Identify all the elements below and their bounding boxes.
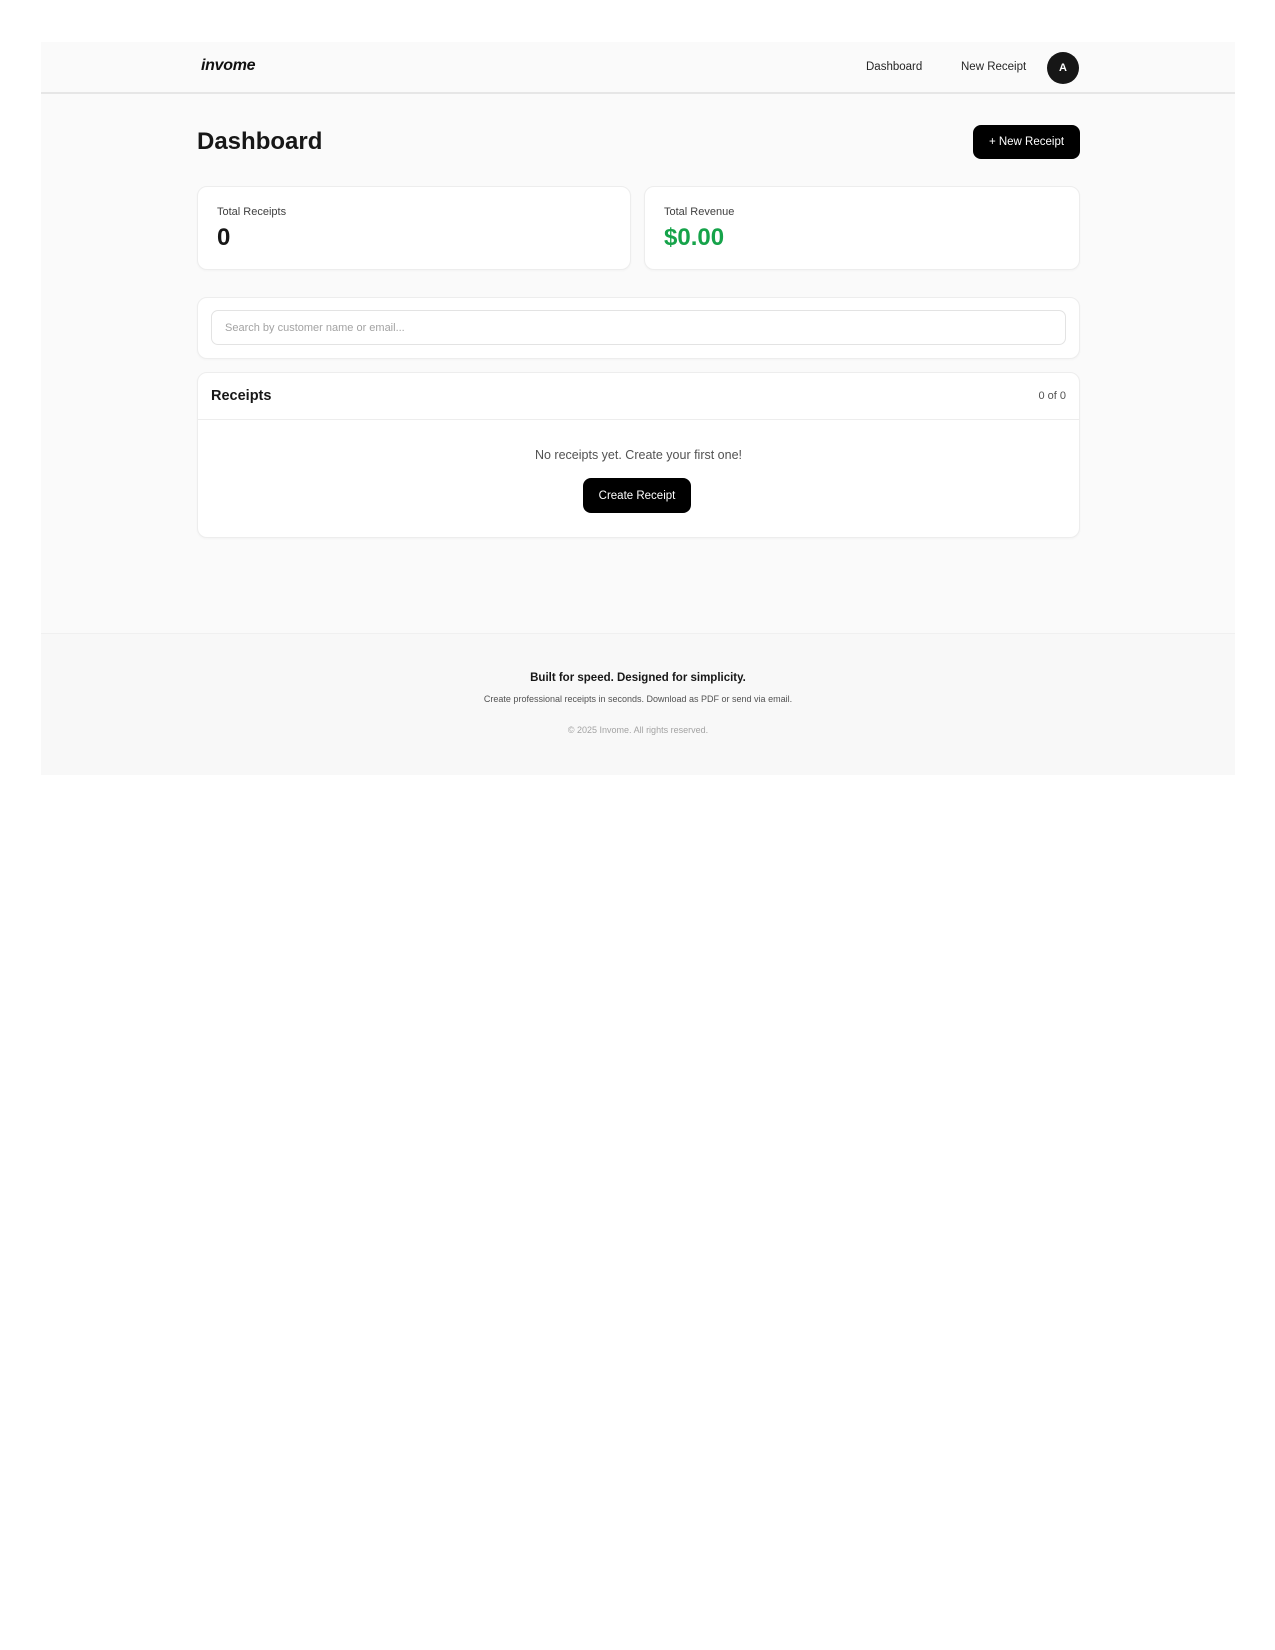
search-card [197, 297, 1080, 359]
total-revenue-label: Total Revenue [664, 206, 735, 218]
total-receipts-value: 0 [217, 224, 231, 251]
new-receipt-button[interactable]: + New Receipt [973, 125, 1080, 159]
create-receipt-button[interactable]: Create Receipt [583, 478, 691, 513]
total-receipts-label: Total Receipts [217, 206, 287, 218]
footer-tagline: Built for speed. Designed for simplicity… [530, 672, 746, 684]
receipts-header: Receipts 0 of 0 [198, 373, 1079, 420]
search-input[interactable] [211, 310, 1066, 345]
app-window: invome Dashboard New Receipt A Dashboard… [41, 42, 1235, 775]
page-title: Dashboard [197, 128, 323, 155]
empty-state-message: No receipts yet. Create your first one! [534, 448, 743, 462]
total-revenue-value: $0.00 [664, 224, 725, 251]
footer-copyright: © 2025 Invome. All rights reserved. [567, 725, 709, 735]
top-navigation-bar: invome Dashboard New Receipt A [41, 42, 1235, 94]
receipts-card: Receipts 0 of 0 No receipts yet. Create … [197, 372, 1080, 538]
receipts-title: Receipts [211, 388, 272, 404]
total-revenue-card: Total Revenue $0.00 [644, 186, 1080, 270]
nav-link-dashboard[interactable]: Dashboard [866, 61, 922, 73]
app-logo[interactable]: invome [201, 57, 256, 75]
user-avatar[interactable]: A [1047, 52, 1079, 84]
total-receipts-card: Total Receipts 0 [197, 186, 631, 270]
nav-link-new-receipt[interactable]: New Receipt [961, 61, 1026, 73]
footer-subtitle: Create professional receipts in seconds.… [483, 694, 793, 704]
receipts-count: 0 of 0 [1038, 390, 1066, 402]
footer: Built for speed. Designed for simplicity… [41, 633, 1235, 775]
